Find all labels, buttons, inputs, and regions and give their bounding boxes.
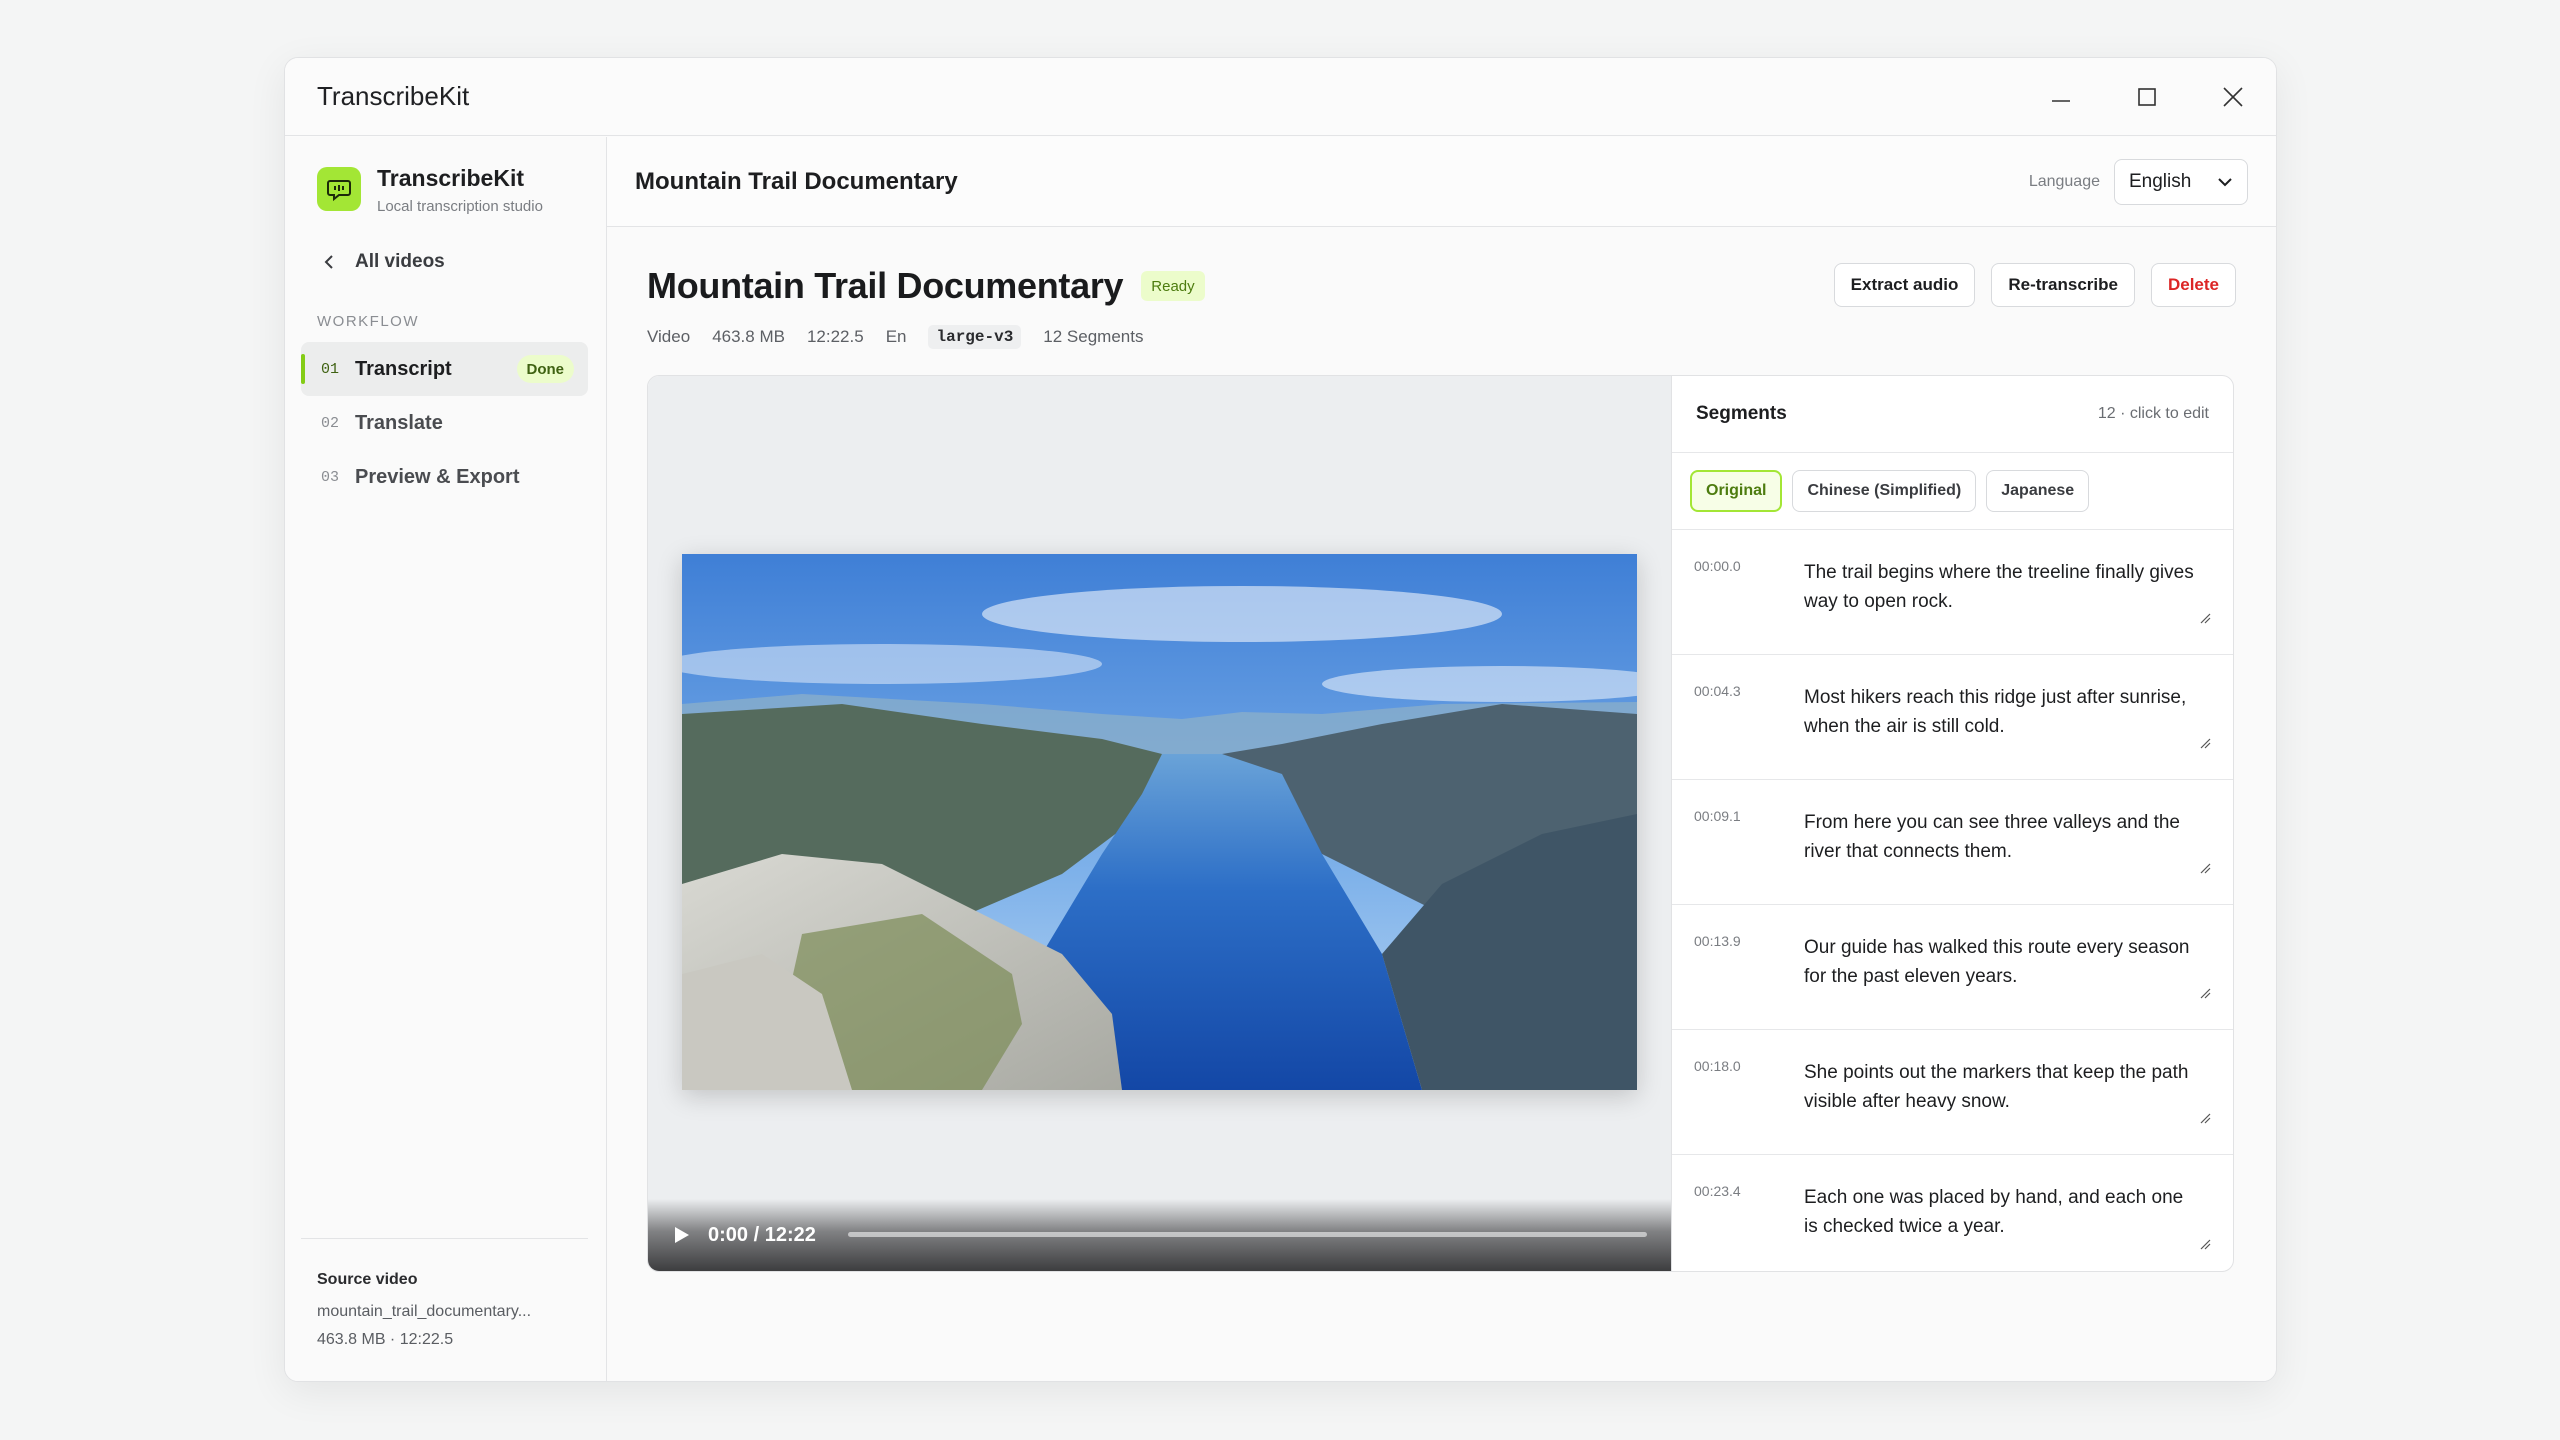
re-transcribe-button[interactable]: Re-transcribe <box>1991 263 2135 307</box>
resize-handle-icon <box>2200 1113 2211 1124</box>
workspace: 0:00 / 12:22 Segments 12 · click to edit… <box>647 375 2234 1272</box>
language-tabs: Original Chinese (Simplified) Japanese <box>1672 453 2233 530</box>
nav-item-label: Preview & Export <box>355 465 520 488</box>
maximize-icon <box>2138 88 2156 106</box>
brand-name: TranscribeKit <box>377 165 524 191</box>
minimize-button[interactable] <box>2018 58 2104 136</box>
segment-row[interactable]: 00:09.1 From here you can see three vall… <box>1672 780 2233 905</box>
workflow-nav: 01 Transcript Done 02 Translate 03 Previ… <box>301 342 588 504</box>
video-controls: 0:00 / 12:22 <box>648 1199 1671 1271</box>
chevron-left-icon <box>324 255 333 269</box>
playback-time: 0:00 / 12:22 <box>708 1223 816 1246</box>
segments-count: 12 · click to edit <box>2097 405 2209 422</box>
app-window: TranscribeKit TranscribeKit Local transc… <box>284 57 2277 1382</box>
segment-row[interactable]: 00:18.0 She points out the markers that … <box>1672 1030 2233 1155</box>
tab-original[interactable]: Original <box>1690 470 1783 512</box>
resize-handle-icon <box>2200 988 2211 999</box>
nav-step-number: 01 <box>321 360 340 378</box>
segment-time: 00:09.1 <box>1694 808 1741 824</box>
brand-subtitle: Local transcription studio <box>377 198 543 215</box>
meta-language: En <box>885 327 907 346</box>
tab-chinese-simplified[interactable]: Chinese (Simplified) <box>1792 470 1977 512</box>
workflow-label: WORKFLOW <box>317 313 419 330</box>
close-icon <box>2223 87 2243 107</box>
nav-item-label: Translate <box>355 411 443 434</box>
done-badge: Done <box>516 355 574 383</box>
segment-row[interactable]: 00:00.0 The trail begins where the treel… <box>1672 530 2233 655</box>
segment-row[interactable]: 00:13.9 Our guide has walked this route … <box>1672 905 2233 1030</box>
tab-japanese[interactable]: Japanese <box>1986 470 2090 512</box>
source-title: Source video <box>317 1271 418 1288</box>
main-content: Mountain Trail Documentary Language Engl… <box>607 137 2276 1381</box>
meta-duration: 12:22.5 <box>806 327 864 346</box>
language-value: English <box>2129 171 2192 192</box>
meta-size: 463.8 MB <box>712 327 785 346</box>
meta-type: Video <box>647 327 691 346</box>
sidebar: TranscribeKit Local transcription studio… <box>285 137 607 1381</box>
nav-item-preview-export[interactable]: 03 Preview & Export <box>301 450 588 504</box>
resize-handle-icon <box>2200 863 2211 874</box>
resize-handle-icon <box>2200 613 2211 624</box>
meta-segments: 12 Segments <box>1043 327 1144 346</box>
main-header: Mountain Trail Documentary Language Engl… <box>607 137 2276 227</box>
page-title: Mountain Trail Documentary <box>647 265 1124 306</box>
segment-row[interactable]: 00:04.3 Most hikers reach this ridge jus… <box>1672 655 2233 780</box>
play-icon <box>675 1227 689 1243</box>
language-control: Language English <box>2029 159 2248 205</box>
video-player[interactable]: 0:00 / 12:22 <box>648 376 1672 1271</box>
segment-list: 00:00.0 The trail begins where the treel… <box>1672 530 2233 1271</box>
segment-time: 00:04.3 <box>1694 683 1741 699</box>
maximize-button[interactable] <box>2104 58 2190 136</box>
nav-step-number: 03 <box>321 468 340 486</box>
source-meta: 463.8 MB · 12:22.5 <box>317 1331 454 1348</box>
segment-time: 00:00.0 <box>1694 558 1741 574</box>
segments-header: Segments 12 · click to edit <box>1672 376 2233 453</box>
video-thumbnail <box>682 554 1637 1090</box>
chat-caption-icon <box>317 167 361 211</box>
language-select[interactable]: English <box>2114 159 2248 205</box>
chevron-down-icon <box>2218 178 2232 187</box>
extract-audio-button[interactable]: Extract audio <box>1833 263 1976 307</box>
delete-button[interactable]: Delete <box>2150 263 2236 307</box>
play-button[interactable] <box>674 1225 694 1245</box>
nav-item-transcript[interactable]: 01 Transcript Done <box>301 342 588 396</box>
seek-bar[interactable] <box>848 1232 1647 1237</box>
source-video-info: Source video mountain_trail_documentary.… <box>301 1238 588 1349</box>
segment-time: 00:18.0 <box>1694 1058 1741 1074</box>
segment-text: Most hikers reach this ridge just after … <box>1804 687 2187 737</box>
header-title: Mountain Trail Documentary <box>635 167 958 195</box>
resize-handle-icon <box>2200 738 2211 749</box>
all-videos-link[interactable]: All videos <box>323 251 606 273</box>
brand: TranscribeKit Local transcription studio <box>285 137 606 215</box>
all-videos-label: All videos <box>355 251 445 272</box>
title-row: Mountain Trail Documentary Ready <box>647 265 1205 307</box>
window-controls <box>2018 58 2276 136</box>
action-buttons: Extract audio Re-transcribe Delete <box>1818 263 2236 307</box>
nav-item-label: Transcript <box>355 357 452 380</box>
nav-step-number: 02 <box>321 414 340 432</box>
segment-text: The trail begins where the treeline fina… <box>1804 562 2194 612</box>
window-title: TranscribeKit <box>317 81 470 111</box>
minimize-icon <box>2052 100 2070 102</box>
close-button[interactable] <box>2190 58 2276 136</box>
segments-panel: Segments 12 · click to edit Original Chi… <box>1672 376 2233 1271</box>
resize-handle-icon <box>2200 1239 2211 1250</box>
video-frame[interactable] <box>682 554 1637 1090</box>
segment-text: Our guide has walked this route every se… <box>1804 937 2190 987</box>
segment-text: From here you can see three valleys and … <box>1804 812 2180 862</box>
segment-time: 00:23.4 <box>1694 1183 1741 1199</box>
body-area: TranscribeKit Local transcription studio… <box>285 137 2276 1381</box>
segments-title: Segments <box>1696 403 1787 424</box>
nav-item-translate[interactable]: 02 Translate <box>301 396 588 450</box>
segment-time: 00:13.9 <box>1694 933 1741 949</box>
meta-model: large-v3 <box>928 325 1022 349</box>
language-label: Language <box>2028 173 2100 190</box>
source-filename: mountain_trail_documentary... <box>317 1303 532 1320</box>
segment-text: She points out the markers that keep the… <box>1804 1062 2189 1112</box>
title-bar: TranscribeKit <box>285 58 2276 136</box>
status-badge: Ready <box>1141 271 1205 301</box>
segment-text: Each one was placed by hand, and each on… <box>1804 1187 2184 1237</box>
video-meta: Video 463.8 MB 12:22.5 En large-v3 12 Se… <box>647 325 1165 349</box>
segment-row[interactable]: 00:23.4 Each one was placed by hand, and… <box>1672 1155 2233 1271</box>
